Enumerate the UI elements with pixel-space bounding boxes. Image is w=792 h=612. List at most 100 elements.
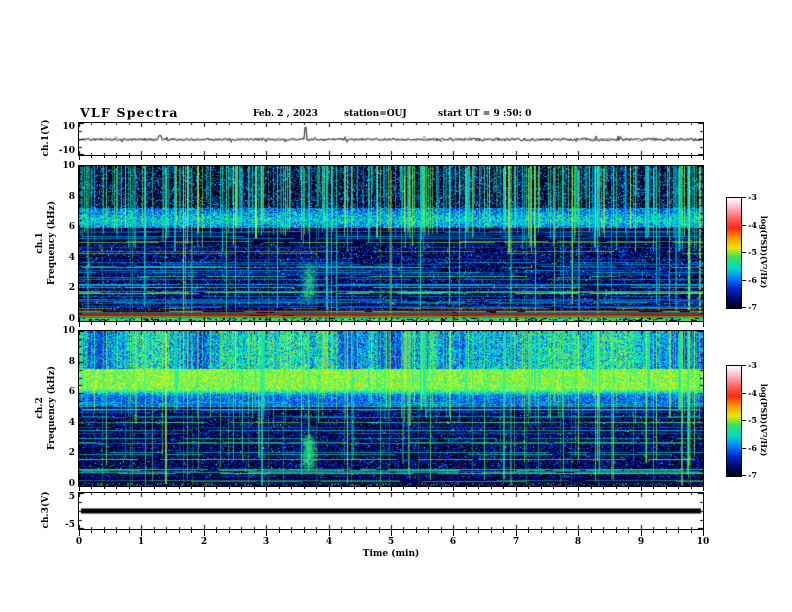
axis-tick <box>166 156 167 158</box>
x-tick-label: 7 <box>512 537 520 547</box>
axis-tick <box>266 530 267 536</box>
y-tick-label: 10 <box>62 326 75 336</box>
axis-tick <box>91 322 92 325</box>
axis-tick <box>428 156 429 158</box>
axis-tick <box>441 530 442 533</box>
axis-tick <box>354 487 355 489</box>
axis-tick <box>154 530 155 533</box>
y-tick-label: 2 <box>68 448 75 458</box>
ch2-spectrogram-panel <box>78 330 704 487</box>
ch3-voltage-ylabel: ch.3(V) <box>41 491 51 529</box>
figure-title: VLF Spectra <box>80 105 179 120</box>
axis-tick <box>291 487 292 489</box>
axis-tick <box>541 530 542 533</box>
axis-tick <box>379 530 380 533</box>
colorbar-tick <box>742 225 746 226</box>
axis-tick <box>491 530 492 533</box>
axis-tick <box>391 322 392 327</box>
axis-tick <box>666 322 667 325</box>
axis-tick <box>166 487 167 489</box>
axis-tick <box>179 487 180 489</box>
axis-tick <box>254 156 255 158</box>
x-tick-label: 9 <box>637 537 645 547</box>
axis-tick <box>191 156 192 158</box>
station-label: station=OUJ <box>344 109 407 119</box>
axis-tick <box>354 322 355 325</box>
axis-tick <box>466 156 467 158</box>
axis-tick <box>191 487 192 489</box>
axis-tick <box>578 487 579 491</box>
ch1-spectrogram <box>79 166 703 321</box>
axis-tick <box>241 487 242 489</box>
axis-tick <box>616 322 617 325</box>
axis-tick <box>116 156 117 158</box>
axis-tick <box>441 156 442 158</box>
axis-tick <box>304 530 305 533</box>
x-tick-label: 10 <box>696 537 710 547</box>
axis-tick <box>191 530 192 533</box>
axis-tick <box>316 322 317 325</box>
axis-tick <box>379 487 380 489</box>
axis-tick <box>229 156 230 158</box>
axis-tick <box>279 322 280 325</box>
axis-tick <box>116 487 117 489</box>
colorbar-tick-label: -6 <box>748 443 757 453</box>
axis-tick <box>279 530 280 533</box>
x-tick-label: 3 <box>262 537 270 547</box>
axis-tick <box>516 322 517 327</box>
axis-tick <box>129 530 130 533</box>
colorbar-tick <box>742 420 746 421</box>
axis-tick <box>266 322 267 327</box>
axis-tick <box>678 322 679 325</box>
axis-tick <box>304 156 305 158</box>
colorbar-ch1 <box>726 197 742 309</box>
axis-tick <box>241 156 242 158</box>
axis-tick <box>316 487 317 489</box>
axis-tick <box>254 322 255 325</box>
axis-tick <box>578 156 579 160</box>
axis-tick <box>641 156 642 160</box>
colorbar-tick-label: -4 <box>748 220 757 230</box>
colorbar-tick-label: -5 <box>748 415 757 425</box>
axis-tick <box>329 530 330 536</box>
x-tick-label: 2 <box>200 537 208 547</box>
axis-tick <box>466 530 467 533</box>
colorbar-tick <box>742 197 746 198</box>
axis-tick <box>79 530 80 536</box>
axis-tick <box>91 156 92 158</box>
axis-tick <box>379 156 380 158</box>
colorbar-tick <box>742 365 746 366</box>
axis-tick <box>503 156 504 158</box>
axis-tick <box>254 530 255 533</box>
axis-tick <box>453 322 454 327</box>
y-tick-label: 10 <box>62 122 75 132</box>
colorbar-tick-label: -3 <box>748 360 757 370</box>
colorbar-tick <box>742 393 746 394</box>
axis-tick <box>566 530 567 533</box>
axis-tick <box>141 156 142 160</box>
axis-tick <box>204 156 205 160</box>
axis-tick <box>428 487 429 489</box>
colorbar-tick-label: -7 <box>748 302 757 312</box>
axis-tick <box>678 530 679 533</box>
axis-tick <box>641 322 642 327</box>
y-tick-label: 8 <box>68 357 75 367</box>
axis-tick <box>179 530 180 533</box>
axis-tick <box>403 156 404 158</box>
axis-tick <box>229 487 230 489</box>
axis-tick <box>566 156 567 158</box>
y-tick-label: 4 <box>68 418 75 428</box>
axis-tick <box>616 156 617 158</box>
ch2-spec-ylabel-channel: ch.2 <box>35 397 45 419</box>
axis-tick <box>291 156 292 158</box>
axis-tick <box>216 487 217 489</box>
axis-tick <box>653 530 654 533</box>
axis-tick <box>154 322 155 325</box>
y-tick-label: 2 <box>68 283 75 293</box>
axis-tick <box>316 530 317 533</box>
axis-tick <box>703 156 704 160</box>
axis-tick <box>204 322 205 327</box>
axis-tick <box>691 487 692 489</box>
axis-tick <box>691 156 692 158</box>
axis-tick <box>641 487 642 491</box>
